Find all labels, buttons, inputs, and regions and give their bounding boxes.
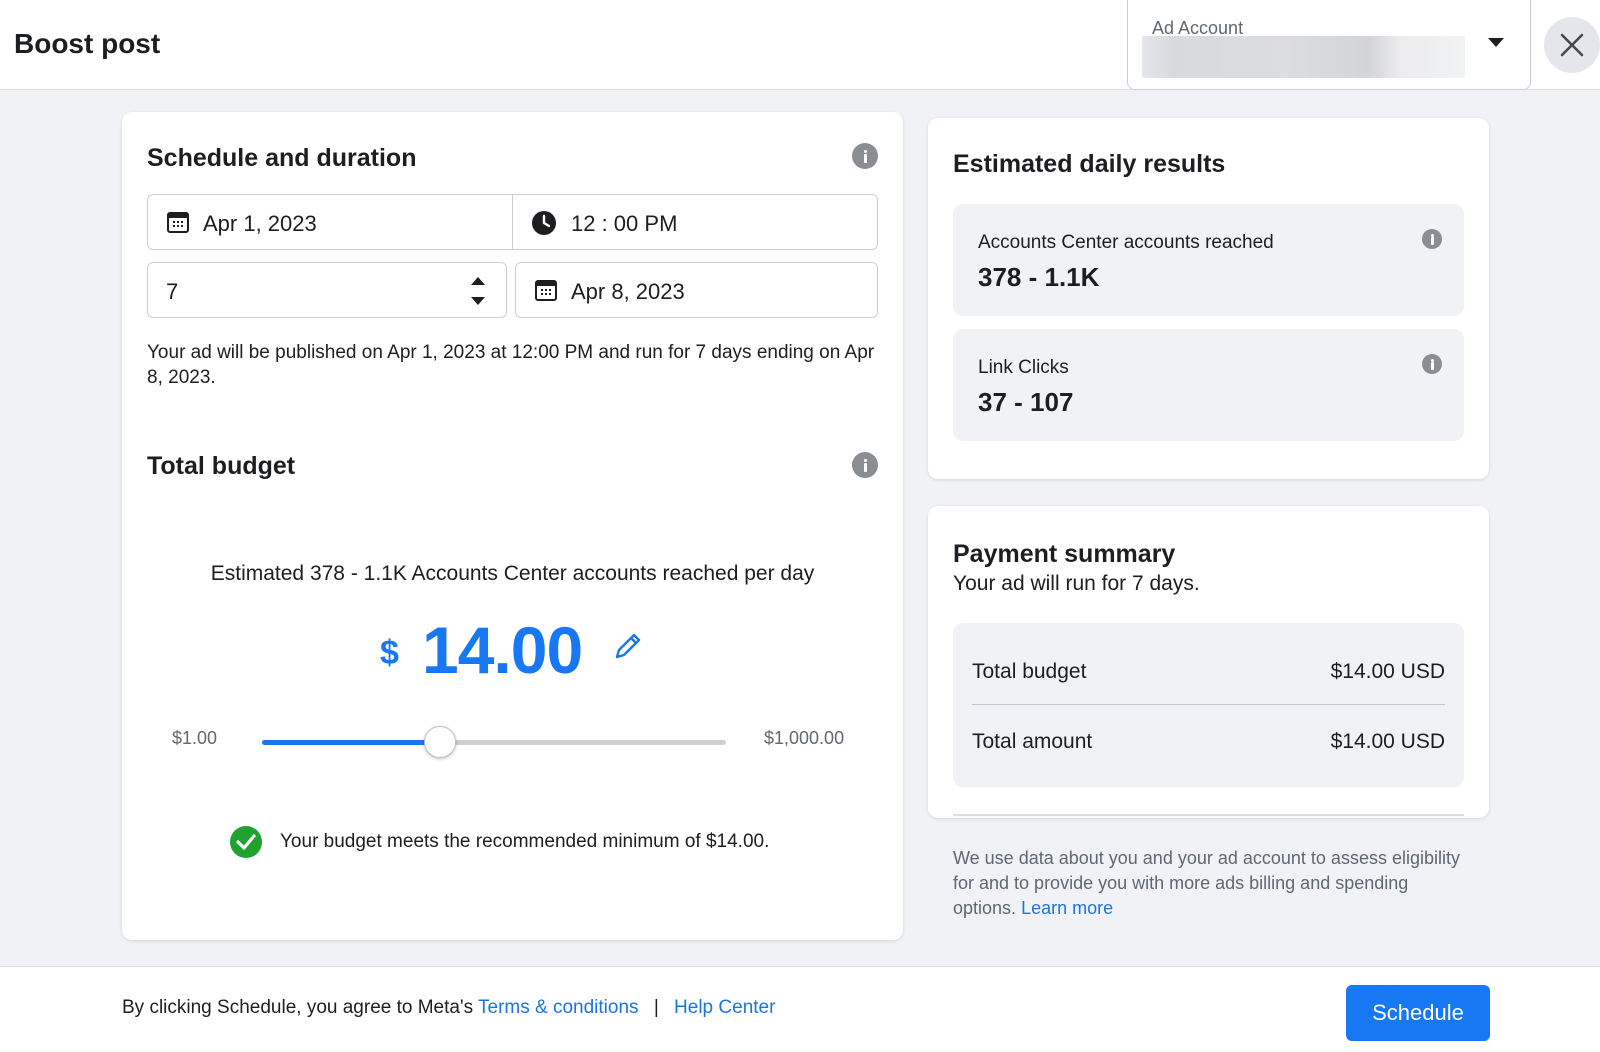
stepper-icon[interactable] (470, 275, 486, 307)
divider (972, 704, 1445, 705)
payment-breakdown: Total budget $14.00 USD Total amount $14… (953, 623, 1464, 787)
chevron-down-icon (1488, 38, 1504, 47)
budget-slider[interactable] (262, 726, 726, 758)
payment-row-value: $14.00 USD (1330, 660, 1445, 683)
metric-value: 37 - 107 (978, 387, 1074, 417)
metric-value: 378 - 1.1K (978, 262, 1100, 292)
payment-summary-title: Payment summary (953, 540, 1176, 568)
currency-symbol: $ (380, 634, 399, 672)
terms-link[interactable]: Terms & conditions (478, 997, 639, 1018)
slider-max-label: $1,000.00 (764, 728, 845, 748)
budget-estimate-text: Estimated 378 - 1.1K Accounts Center acc… (210, 562, 815, 585)
metric-label: Link Clicks (978, 357, 1069, 378)
estimated-results-card: Estimated daily results Accounts Center … (928, 118, 1489, 479)
ad-account-select[interactable]: Ad Account (1127, 0, 1531, 90)
payment-row-total-amount: Total amount $14.00 USD (972, 730, 1445, 754)
payment-summary-card: Payment summary Your ad will run for 7 d… (928, 506, 1489, 818)
payment-summary-subtitle: Your ad will run for 7 days. (953, 572, 1200, 595)
slider-min-label: $1.00 (172, 728, 218, 748)
info-icon[interactable] (852, 452, 878, 478)
payment-row-label: Total budget (972, 660, 1087, 683)
info-icon[interactable] (1422, 354, 1442, 374)
footer-agreement: By clicking Schedule, you agree to Meta'… (122, 997, 775, 1019)
start-time-field[interactable]: 12 : 00 PM (512, 194, 878, 250)
metric-accounts-reached: Accounts Center accounts reached 378 - 1… (953, 204, 1464, 316)
payment-row-total-budget: Total budget $14.00 USD (972, 660, 1445, 684)
slider-fill (262, 740, 440, 745)
schedule-section-title: Schedule and duration (147, 144, 417, 172)
metric-label: Accounts Center accounts reached (978, 232, 1274, 253)
budget-amount-value: 14.00 (422, 613, 583, 687)
estimated-results-title: Estimated daily results (953, 150, 1226, 178)
slider-thumb[interactable] (423, 726, 456, 758)
budget-amount: $ 14.00 (122, 612, 903, 687)
budget-recommendation-text: Your budget meets the recommended minimu… (280, 831, 770, 852)
schedule-summary: Your ad will be published on Apr 1, 2023… (147, 342, 875, 388)
close-icon (1560, 33, 1584, 57)
pencil-icon[interactable] (612, 630, 644, 662)
schedule-budget-card: Schedule and duration Apr 1, 2023 12 : 0… (122, 112, 903, 940)
calendar-icon (167, 212, 189, 233)
close-button[interactable] (1544, 17, 1600, 73)
footer: By clicking Schedule, you agree to Meta'… (0, 966, 1600, 1052)
budget-section-title: Total budget (147, 452, 296, 480)
check-circle-icon (230, 826, 262, 858)
page-title: Boost post (14, 28, 161, 59)
ad-account-value-redacted (1142, 36, 1465, 78)
learn-more-link[interactable]: Learn more (1021, 898, 1113, 918)
info-icon[interactable] (1422, 229, 1442, 249)
footer-agreement-text: By clicking Schedule, you agree to Meta'… (122, 997, 474, 1018)
help-center-link[interactable]: Help Center (674, 997, 775, 1018)
end-date-field[interactable]: Apr 8, 2023 (515, 262, 878, 318)
end-date-value: Apr 8, 2023 (571, 279, 685, 304)
clock-icon (532, 211, 556, 235)
footer-separator: | (653, 997, 659, 1018)
calendar-icon (535, 280, 557, 301)
billing-disclaimer: We use data about you and your ad accoun… (953, 846, 1473, 921)
start-date-field[interactable]: Apr 1, 2023 (147, 194, 513, 250)
top-bar: Boost post Ad Account (0, 0, 1600, 90)
start-time-value: 12 : 00 PM (571, 211, 678, 236)
payment-row-label: Total amount (972, 730, 1093, 753)
duration-days-value: 7 (166, 279, 179, 304)
duration-days-input[interactable]: 7 (147, 262, 507, 318)
payment-row-value: $14.00 USD (1330, 730, 1445, 753)
schedule-button[interactable]: Schedule (1346, 985, 1490, 1041)
start-date-value: Apr 1, 2023 (203, 211, 317, 236)
info-icon[interactable] (852, 143, 878, 169)
metric-link-clicks: Link Clicks 37 - 107 (953, 329, 1464, 441)
divider (953, 814, 1464, 816)
